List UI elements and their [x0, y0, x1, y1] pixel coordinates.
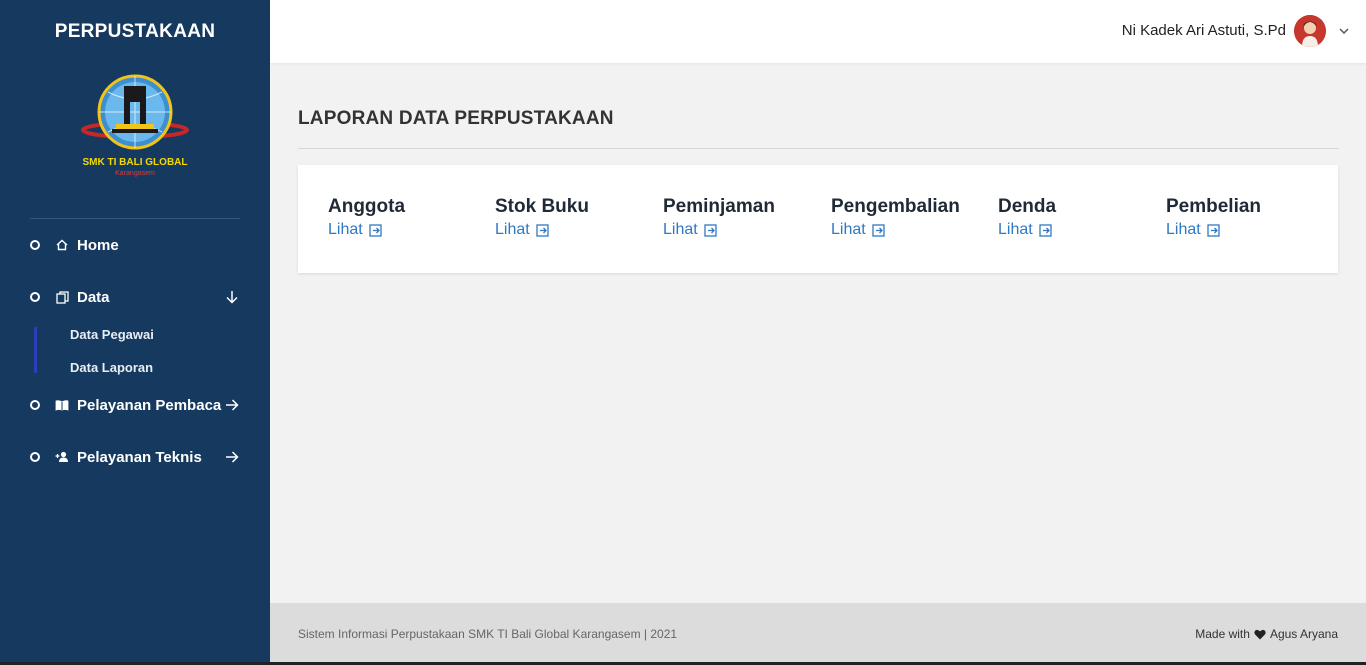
sidebar-item-label: Pelayanan Pembaca: [77, 396, 222, 414]
title-divider: [298, 148, 1339, 149]
bullet-icon: [30, 400, 40, 410]
arrow-down-icon: [226, 291, 238, 304]
avatar[interactable]: [1294, 15, 1326, 47]
external-link-icon: [1207, 223, 1220, 237]
link-label: Lihat: [1166, 221, 1201, 238]
copy-icon: [55, 290, 69, 304]
logo-subcaption: Karangasem: [115, 170, 155, 177]
chevron-down-icon[interactable]: [1338, 25, 1350, 37]
footer-copyright: Sistem Informasi Perpustakaan SMK TI Bal…: [298, 627, 678, 641]
link-label: Lihat: [328, 221, 363, 238]
stat-pembelian: Pembelian Lihat: [1166, 195, 1331, 239]
footer-credit: Made with Agus Aryana: [1195, 627, 1338, 641]
stat-pengembalian: Pengembalian Lihat: [831, 195, 996, 239]
external-link-icon: [872, 223, 885, 237]
bullet-icon: [30, 240, 40, 250]
sidebar-subitem-data-pegawai[interactable]: Data Pegawai: [70, 327, 154, 342]
stat-title: Anggota: [328, 196, 406, 217]
link-label: Lihat: [998, 221, 1033, 238]
author-name: Agus Aryana: [1269, 627, 1338, 641]
logo-caption: SMK TI BALI GLOBAL: [82, 157, 188, 168]
lihat-anggota-link[interactable]: Lihat: [328, 221, 383, 239]
lihat-peminjaman-link[interactable]: Lihat: [663, 221, 718, 239]
stat-stok-buku: Stok Buku Lihat: [495, 195, 660, 239]
lihat-pembelian-link[interactable]: Lihat: [1166, 221, 1221, 239]
link-label: Lihat: [495, 221, 530, 238]
external-link-icon: [369, 223, 382, 237]
external-link-icon: [536, 223, 549, 237]
sidebar-item-pelayanan-pembaca[interactable]: Pelayanan Pembaca: [30, 393, 240, 417]
stat-title: Pembelian: [1166, 196, 1262, 217]
stat-title: Peminjaman: [663, 196, 775, 217]
report-card: Anggota Lihat Stok Buku Lihat Peminjaman…: [298, 165, 1338, 273]
book-open-icon: [55, 398, 69, 412]
bullet-icon: [30, 292, 40, 302]
brand-title[interactable]: PERPUSTAKAAN: [0, 21, 270, 43]
sidebar: PERPUSTAKAAN SMK TI BALI GLOBAL Karangas…: [0, 0, 270, 665]
top-bar: Ni Kadek Ari Astuti, S.Pd: [270, 0, 1366, 63]
footer: Sistem Informasi Perpustakaan SMK TI Bal…: [270, 603, 1366, 665]
lihat-denda-link[interactable]: Lihat: [998, 221, 1053, 239]
stat-denda: Denda Lihat: [998, 195, 1163, 239]
arrow-right-icon: [226, 399, 239, 411]
sidebar-item-data[interactable]: Data: [30, 285, 240, 309]
stat-title: Denda: [998, 196, 1057, 217]
user-name[interactable]: Ni Kadek Ari Astuti, S.Pd: [1122, 22, 1286, 39]
stat-title: Stok Buku: [495, 196, 589, 217]
sidebar-item-home[interactable]: Home: [30, 233, 240, 257]
heart-icon: [1254, 629, 1266, 639]
sidebar-item-label: Data: [77, 288, 110, 306]
made-with-label: Made with: [1195, 627, 1250, 641]
external-link-icon: [1039, 223, 1052, 237]
user-plus-icon: [55, 450, 69, 464]
page-title: LAPORAN DATA PERPUSTAKAAN: [298, 108, 614, 129]
sidebar-item-label: Pelayanan Teknis: [77, 448, 202, 466]
submenu-indicator: [34, 327, 37, 373]
stat-title: Pengembalian: [831, 196, 960, 217]
arrow-right-icon: [226, 451, 239, 463]
stat-peminjaman: Peminjaman Lihat: [663, 195, 828, 239]
sidebar-subitem-data-laporan[interactable]: Data Laporan: [70, 360, 153, 375]
link-label: Lihat: [831, 221, 866, 238]
stat-anggota: Anggota Lihat: [328, 195, 493, 239]
lihat-pengembalian-link[interactable]: Lihat: [831, 221, 886, 239]
sidebar-item-label: Home: [77, 236, 119, 254]
bullet-icon: [30, 452, 40, 462]
home-icon: [55, 238, 69, 252]
lihat-stok-buku-link[interactable]: Lihat: [495, 221, 550, 239]
sidebar-divider: [30, 218, 240, 219]
sidebar-item-pelayanan-teknis[interactable]: Pelayanan Teknis: [30, 445, 240, 469]
external-link-icon: [704, 223, 717, 237]
link-label: Lihat: [663, 221, 698, 238]
